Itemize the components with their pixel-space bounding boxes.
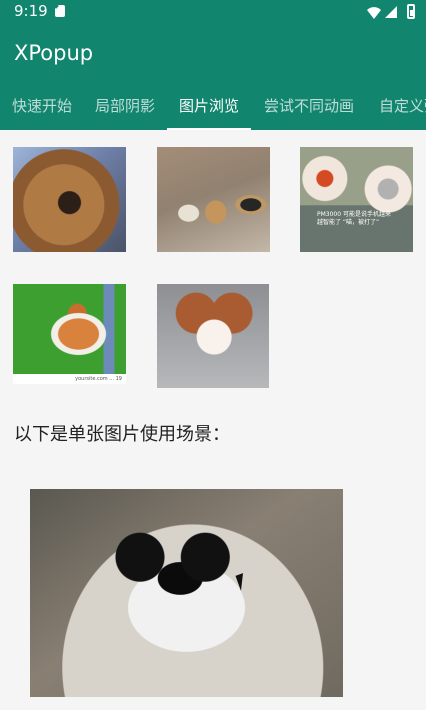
dog-photo-thumbnail-3[interactable]: PM3000 可能是说手机越来越智能了 “喵，被打了” <box>300 147 413 252</box>
battery-icon <box>407 4 415 19</box>
app-title: XPopup <box>14 41 94 65</box>
tab-image-browser[interactable]: 图片浏览 <box>179 82 239 130</box>
tab-bar: 快速开始 局部阴影 图片浏览 尝试不同动画 自定义弹 <box>0 82 426 130</box>
dog-photo-thumbnail-2[interactable] <box>157 147 270 252</box>
dog-photo-thumbnail-5[interactable] <box>157 284 269 388</box>
thumbnail-caption-text: PM3000 可能是说手机越来越智能了 “喵，被打了” <box>317 211 391 226</box>
tab-quick-start[interactable]: 快速开始 <box>12 82 72 130</box>
single-image-section-label: 以下是单张图片使用场景： <box>14 424 230 445</box>
dog-photo-thumbnail-1[interactable] <box>13 147 126 252</box>
photo-credit-text: yoursite.com ... 19 <box>13 374 126 384</box>
mouse-cursor-icon <box>235 573 249 591</box>
main-content: PM3000 可能是说手机越来越智能了 “喵，被打了” yoursite.com… <box>0 130 426 710</box>
status-time: 9:19 <box>14 2 48 20</box>
dog-photo-thumbnail-4[interactable]: yoursite.com ... 19 <box>13 284 126 384</box>
single-dog-image[interactable] <box>30 489 343 697</box>
wifi-icon <box>367 7 381 19</box>
tab-custom-popup[interactable]: 自定义弹 <box>379 82 426 130</box>
signal-icon <box>385 6 397 18</box>
tab-different-animations[interactable]: 尝试不同动画 <box>264 82 354 130</box>
sd-card-icon <box>55 5 65 17</box>
tab-local-shadow[interactable]: 局部阴影 <box>95 82 155 130</box>
app-bar: 9:19 XPopup 快速开始 局部阴影 图片浏览 尝试不同动画 自定义弹 <box>0 0 426 131</box>
status-bar: 9:19 <box>0 0 426 24</box>
